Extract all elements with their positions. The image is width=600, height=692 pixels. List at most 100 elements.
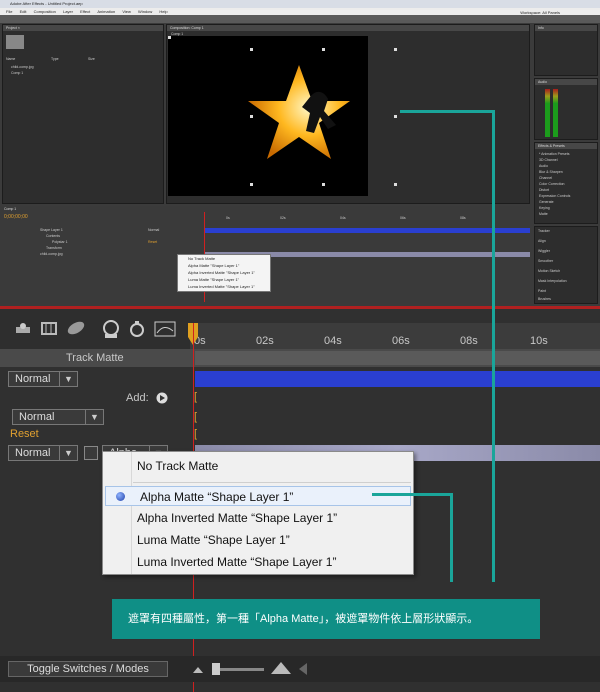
mini-menu-item[interactable]: Alpha Matte "Shape Layer 1" [178, 262, 270, 269]
bbox-handle [394, 183, 397, 186]
blend-mode-select-1[interactable]: Normal ▼ [8, 371, 78, 387]
mini-menu-item[interactable]: Luma Inverted Matte "Shape Layer 1" [178, 283, 270, 290]
menu-item-alpha-inverted-matte[interactable]: Alpha Inverted Matte “Shape Layer 1” [103, 508, 413, 528]
side-tab[interactable]: Paint [538, 289, 546, 293]
shy-layers-icon[interactable] [128, 319, 146, 339]
project-col-name: Name [6, 57, 16, 61]
menu-item-luma-matte[interactable]: Luma Matte “Shape Layer 1” [103, 530, 413, 550]
effects-item[interactable]: Color Correction [539, 182, 564, 186]
blend-mode-select-3[interactable]: Normal ▼ [8, 445, 78, 461]
mini-mode[interactable]: Normal [148, 228, 159, 232]
blend-mode-select-2[interactable]: Normal ▼ [12, 409, 104, 425]
callout-connector [372, 493, 452, 496]
chevron-down-icon: ▼ [59, 372, 77, 386]
mini-tick: 02s [280, 216, 286, 220]
effects-item[interactable]: Expression Controls [539, 194, 570, 198]
side-tab[interactable]: Tracker [538, 229, 550, 233]
mini-layer-bar-shape[interactable] [204, 228, 530, 233]
audio-panel: Audio [534, 78, 598, 140]
mini-layer[interactable]: Contents [46, 234, 60, 238]
mini-timecode[interactable]: 0;00;00;00 [4, 214, 28, 220]
zoom-slider-track[interactable] [214, 668, 264, 671]
effects-item[interactable]: Keying [539, 206, 550, 210]
effects-item[interactable]: Generate [539, 200, 554, 204]
menu-composition[interactable]: Composition [34, 9, 56, 14]
bbox-handle [168, 36, 171, 39]
side-tab[interactable]: Brushes [538, 297, 551, 301]
audio-tab[interactable]: Audio [535, 79, 597, 85]
frame-blending-icon[interactable] [100, 319, 122, 339]
effects-item[interactable]: Audio [539, 164, 548, 168]
motion-blur-icon[interactable] [66, 320, 86, 336]
effects-item[interactable]: 3D Channel [539, 158, 557, 162]
mini-layer[interactable]: child-comp.jpg [40, 252, 63, 256]
project-item-comp[interactable]: Comp 1 [11, 71, 23, 75]
ruler-tick: 10s [530, 335, 548, 347]
effects-tab[interactable]: Effects & Presets [535, 143, 597, 149]
effects-item[interactable]: * Animation Presets [539, 152, 570, 156]
bbox-handle [322, 48, 325, 51]
menu-item-label: Alpha Matte “Shape Layer 1” [140, 490, 294, 504]
layer-row-shape: Normal ▼ [0, 369, 600, 389]
scroll-left-icon[interactable] [298, 662, 308, 676]
add-menu-icon[interactable] [156, 392, 168, 404]
menu-view[interactable]: View [122, 9, 131, 14]
callout-connector [450, 493, 453, 582]
zoomed-timeline: 0s 02s 04s 06s 08s 10s Track Matte Norma… [0, 306, 600, 692]
side-tab[interactable]: Align [538, 239, 546, 243]
menu-animation[interactable]: Animation [97, 9, 115, 14]
mini-tick: 04s [340, 216, 346, 220]
side-tab[interactable]: Motion Sketch [538, 269, 560, 273]
effects-item[interactable]: Blur & Sharpen [539, 170, 563, 174]
mini-layer[interactable]: Shape Layer 1 [40, 228, 63, 232]
zoom-in-icon[interactable] [270, 661, 292, 675]
mini-timeline-tab[interactable]: Comp 1 [4, 207, 16, 211]
menu-file[interactable]: File [6, 9, 12, 14]
side-tab[interactable]: Wiggler [538, 249, 550, 253]
chevron-down-icon: ▼ [59, 446, 77, 460]
menu-item-no-track-matte[interactable]: No Track Matte [103, 456, 413, 476]
menu-window[interactable]: Window [138, 9, 152, 14]
window-title-bar: Adobe After Effects - Untitled Project.a… [0, 0, 600, 8]
side-tab[interactable]: Mask Interpolation [538, 279, 567, 283]
mini-menu-item[interactable]: No Track Matte [178, 255, 270, 262]
toggle-switches-modes-button[interactable]: Toggle Switches / Modes [8, 661, 168, 677]
preserve-transparency-checkbox[interactable] [84, 446, 98, 460]
graph-editor-icon[interactable] [154, 321, 176, 337]
radio-bullet-icon [116, 492, 125, 501]
side-tab[interactable]: Smoother [538, 259, 553, 263]
track-matte-menu: No Track Matte Alpha Matte “Shape Layer … [102, 451, 414, 575]
project-item-image[interactable]: child-comp.jpg [11, 65, 34, 69]
menu-item-luma-inverted-matte[interactable]: Luma Inverted Matte “Shape Layer 1” [103, 552, 413, 572]
mini-layer[interactable]: Transform [46, 246, 62, 250]
column-header-row: Track Matte [0, 349, 600, 367]
ruler-tick: 02s [256, 335, 274, 347]
layer-bar-shape[interactable] [195, 371, 600, 387]
zoom-slider-thumb[interactable] [212, 663, 220, 675]
mini-reset[interactable]: Reset [148, 240, 157, 244]
reset-link[interactable]: Reset [10, 428, 39, 440]
info-tab[interactable]: Info [535, 25, 597, 31]
star-matte-shape [248, 65, 350, 159]
menu-layer[interactable]: Layer [63, 9, 73, 14]
effects-item[interactable]: Matte [539, 212, 548, 216]
menu-edit[interactable]: Edit [20, 9, 27, 14]
work-area-bar[interactable] [195, 351, 600, 365]
effects-item[interactable]: Channel [539, 176, 552, 180]
effects-item[interactable]: Distort [539, 188, 549, 192]
blend-mode-value: Normal [15, 373, 51, 385]
mini-menu-item[interactable]: Luma Matte "Shape Layer 1" [178, 276, 270, 283]
zoom-out-icon[interactable] [192, 664, 204, 674]
comp-mini-flowchart-icon[interactable] [14, 321, 32, 335]
side-panels: Tracker Align Wiggler Smoother Motion Sk… [534, 226, 598, 304]
caption-box: 遮罩有四種屬性，第一種「Alpha Matte」，被遮罩物件依上層形狀顯示。 [112, 599, 540, 639]
composition-tab[interactable]: Composition: Comp 1 [167, 25, 529, 31]
menu-effect[interactable]: Effect [80, 9, 90, 14]
mini-layer[interactable]: Polystar 1 [52, 240, 68, 244]
menu-item-alpha-matte[interactable]: Alpha Matte “Shape Layer 1” [105, 486, 411, 506]
keyframe-marker: [ [194, 428, 198, 440]
project-tab[interactable]: Project × [3, 25, 163, 31]
menu-help[interactable]: Help [159, 9, 167, 14]
mini-menu-item[interactable]: Alpha Inverted Matte "Shape Layer 1" [178, 269, 270, 276]
draft-3d-icon[interactable] [40, 320, 60, 336]
